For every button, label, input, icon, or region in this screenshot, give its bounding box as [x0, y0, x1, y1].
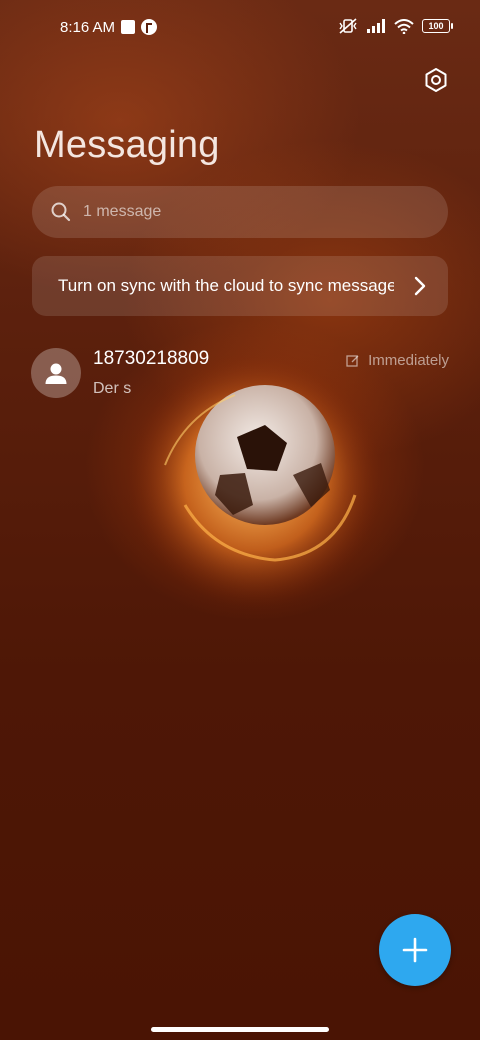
- sync-banner-text: Turn on sync with the cloud to sync mess…: [58, 276, 394, 295]
- status-bar: 8:16 AM 100: [0, 0, 480, 56]
- draft-edit-icon: [346, 354, 359, 367]
- conversation-time: Immediately: [368, 352, 449, 369]
- notification-square-icon: [121, 20, 135, 34]
- cloud-sync-banner[interactable]: Turn on sync with the cloud to sync mess…: [32, 256, 448, 316]
- status-icons: 100: [338, 18, 453, 34]
- search-input[interactable]: 1 message: [32, 186, 448, 238]
- person-icon: [45, 363, 67, 384]
- conversation-item[interactable]: 18730218809 Der s Immediately: [0, 340, 480, 410]
- page-title: Messaging: [34, 124, 220, 166]
- avatar: [31, 348, 81, 398]
- app-notification-icon: [141, 19, 157, 35]
- status-time: 8:16 AM: [60, 19, 116, 36]
- new-message-button[interactable]: [379, 914, 451, 986]
- plus-icon: [402, 937, 428, 963]
- home-indicator[interactable]: [151, 1027, 329, 1032]
- conversation-sender: 18730218809: [93, 348, 210, 369]
- settings-button[interactable]: [420, 64, 452, 96]
- search-icon: [51, 202, 71, 222]
- conversation-preview: Der s: [93, 380, 132, 397]
- chevron-right-icon: [414, 276, 426, 296]
- signal-icon: [367, 19, 385, 33]
- vibrate-off-icon: [339, 18, 357, 34]
- gear-icon: [425, 68, 447, 92]
- wifi-icon: [394, 18, 414, 34]
- conversation-meta: Immediately: [346, 352, 449, 369]
- battery-icon: 100: [422, 19, 453, 33]
- search-placeholder: 1 message: [83, 203, 162, 220]
